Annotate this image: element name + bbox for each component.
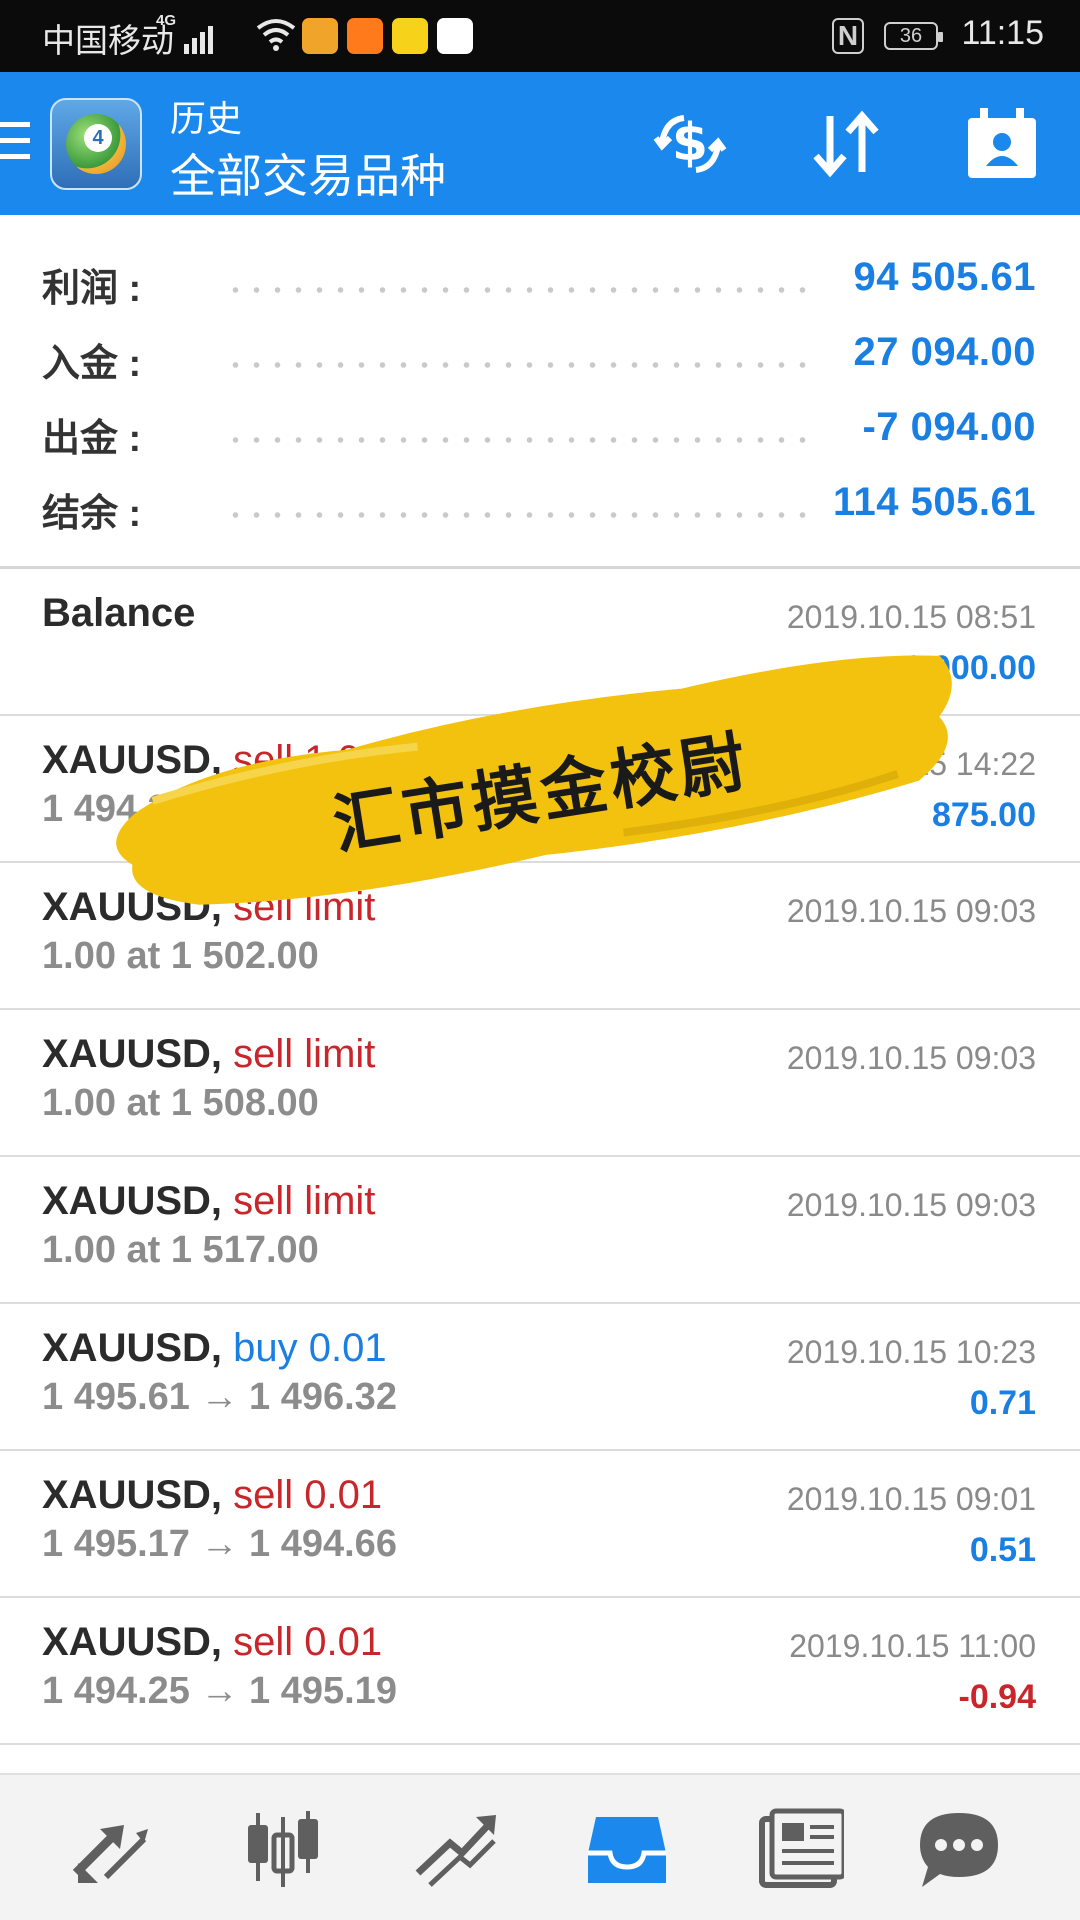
row-time: 2019.10.15 09:03 <box>786 1187 1036 1223</box>
clock: 11:15 <box>961 14 1044 52</box>
summary-value: -7 094.00 <box>862 405 1036 449</box>
summary-label: 入金 : <box>42 343 142 385</box>
chart-icon[interactable] <box>238 1803 328 1893</box>
history-icon[interactable] <box>582 1803 672 1893</box>
row-time: 2019.10.15 09:03 <box>786 893 1036 929</box>
status-bar: 中国移动 4G N 36 11:15 <box>0 0 1080 72</box>
summary-value: 114 505.61 <box>833 480 1036 524</box>
summary-value: 27 094.00 <box>853 330 1036 374</box>
summary-label: 结余 : <box>42 493 142 535</box>
row-detail: 1 495.61 → 1 496.32 <box>42 1376 397 1418</box>
summary-row-profit: 利润 : 94 505.61 <box>0 255 1080 317</box>
history-row[interactable]: XAUUSD, sell 0.01 1 494.25 → 1 495.19 20… <box>0 1598 1080 1745</box>
row-detail: 1.00 at 1 508.00 <box>42 1082 319 1124</box>
menu-icon[interactable] <box>0 122 30 166</box>
quotes-icon[interactable] <box>66 1803 156 1893</box>
calendar-account-icon[interactable] <box>960 102 1044 186</box>
row-symbol: XAUUSD, sell 0.01 <box>42 1620 383 1664</box>
app-notification-icon <box>302 18 338 54</box>
row-symbol: XAUUSD, sell limit <box>42 1032 376 1076</box>
summary-row-balance: 结余 : 114 505.61 <box>0 480 1080 542</box>
history-row[interactable]: XAUUSD, sell 0.01 1 495.17 → 1 494.66 20… <box>0 1451 1080 1598</box>
history-row[interactable]: XAUUSD, sell limit 1.00 at 1 508.00 2019… <box>0 1010 1080 1157</box>
video-app-notification-icon <box>347 18 383 54</box>
row-amount: 0.51 <box>969 1531 1036 1569</box>
dotted-leader <box>225 362 810 368</box>
summary-row-withdrawal: 出金 : -7 094.00 <box>0 405 1080 467</box>
wifi-icon <box>256 19 296 51</box>
row-symbol: Balance <box>42 591 196 635</box>
dotted-leader <box>225 512 810 518</box>
dotted-leader <box>225 287 810 293</box>
summary-panel: 利润 : 94 505.61 入金 : 27 094.00 出金 : -7 09… <box>0 215 1080 567</box>
nfc-icon: N <box>832 18 864 54</box>
summary-label: 出金 : <box>42 418 142 460</box>
news-icon[interactable] <box>754 1803 844 1893</box>
currency-exchange-icon[interactable]: $ <box>648 102 732 186</box>
row-symbol: XAUUSD, sell limit <box>42 1179 376 1223</box>
row-time: 2019.10.15 11:00 <box>789 1628 1036 1664</box>
cell-signal-icon <box>184 26 213 54</box>
app-screen: 中国移动 4G N 36 11:15 4 历史 全部交易品种 $ 利润: 94… <box>0 0 1080 1920</box>
history-row[interactable]: XAUUSD, buy 0.01 1 495.61 → 1 496.32 201… <box>0 1304 1080 1451</box>
sort-icon[interactable] <box>804 102 888 186</box>
battery-icon: 36 <box>884 22 943 50</box>
row-time: 2019.10.15 10:23 <box>786 1334 1036 1370</box>
trade-icon[interactable] <box>410 1803 500 1893</box>
row-symbol: XAUUSD, buy 0.01 <box>42 1326 387 1370</box>
row-time: 2019.10.15 09:01 <box>786 1481 1036 1517</box>
summary-value: 94 505.61 <box>853 255 1036 299</box>
app-notification-icon <box>392 18 428 54</box>
dotted-leader <box>225 437 810 443</box>
carrier-label: 中国移动 <box>42 22 174 59</box>
page-title: 历史 <box>170 98 243 139</box>
row-amount: 0.71 <box>969 1384 1036 1422</box>
row-amount: -0.94 <box>958 1678 1037 1716</box>
symbol-filter-label[interactable]: 全部交易品种 <box>170 140 446 206</box>
summary-label: 利润 : <box>42 268 142 310</box>
messages-icon[interactable] <box>914 1803 1004 1893</box>
baidu-notification-icon <box>437 18 473 54</box>
row-detail: 1.00 at 1 517.00 <box>42 1229 319 1271</box>
row-detail: 1.00 at 1 502.00 <box>42 935 319 977</box>
app-logo: 4 <box>50 98 142 190</box>
row-time: 2019.10.15 09:03 <box>786 1040 1036 1076</box>
summary-row-deposit: 入金 : 27 094.00 <box>0 330 1080 392</box>
history-row[interactable]: XAUUSD, sell limit 1.00 at 1 517.00 2019… <box>0 1157 1080 1304</box>
row-detail: 1 495.17 → 1 494.66 <box>42 1523 397 1565</box>
row-symbol: XAUUSD, sell 0.01 <box>42 1473 383 1517</box>
row-detail: 1 494.25 → 1 495.19 <box>42 1670 397 1712</box>
app-bar: 4 历史 全部交易品种 $ <box>0 72 1080 215</box>
bottom-nav <box>0 1773 1080 1920</box>
